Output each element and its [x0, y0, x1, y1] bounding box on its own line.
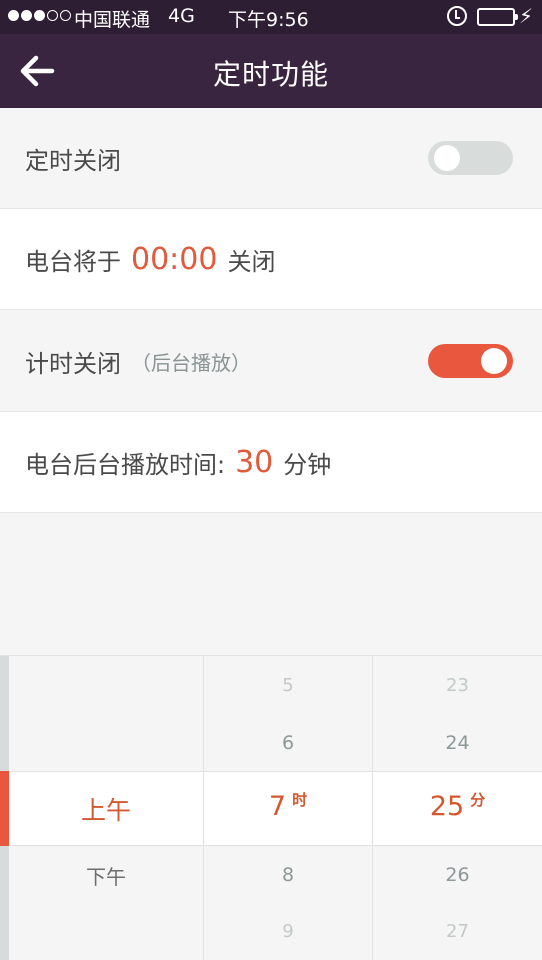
picker-minute-value: 25: [429, 791, 465, 822]
timer-close-row: 定时关闭: [0, 108, 542, 209]
status-bar: 中国联通 4G 下午9:56 ⚡: [0, 0, 542, 34]
picker-minute-unit: 分: [470, 791, 486, 809]
picker-hour-selected[interactable]: 7时: [204, 789, 372, 822]
picker-minute-selected[interactable]: 25 分: [373, 789, 542, 822]
picker-hour-option[interactable]: 9: [204, 921, 372, 942]
countdown-close-label: 计时关闭: [25, 349, 121, 378]
battery-icon: [477, 8, 518, 26]
picker-hour-option[interactable]: 5: [204, 675, 372, 696]
picker-minute-option[interactable]: 27: [373, 921, 542, 942]
signal-strength-icon: [8, 10, 71, 21]
close-time-row[interactable]: 电台将于 00:00 关闭: [0, 209, 542, 310]
time-picker[interactable]: 上午 下午 5 6 7时 8 9 23 24 25 分 26 27: [0, 655, 542, 960]
picker-hour-unit: 时: [292, 791, 308, 809]
close-info-suffix: 关闭: [227, 247, 276, 276]
toggle-knob: [481, 348, 507, 374]
background-play-prefix: 电台后台播放时间:: [25, 450, 226, 479]
timer-close-toggle[interactable]: [428, 141, 513, 175]
background-play-minutes: 30: [235, 444, 274, 480]
picker-minute-option[interactable]: 26: [373, 864, 542, 886]
close-time-value: 00:00: [131, 241, 218, 277]
toggle-knob: [434, 145, 460, 171]
background-play-suffix: 分钟: [283, 450, 332, 479]
charging-icon: ⚡: [519, 4, 534, 28]
picker-hour-value: 7: [268, 791, 287, 822]
picker-ampm-option[interactable]: 下午: [9, 861, 203, 890]
picker-hour-option[interactable]: 6: [204, 732, 372, 754]
close-info-prefix: 电台将于: [25, 247, 121, 276]
countdown-close-toggle[interactable]: [428, 344, 513, 378]
countdown-close-row: 计时关闭 （后台播放）: [0, 311, 542, 412]
picker-minute-option[interactable]: 23: [373, 675, 542, 696]
carrier-name: 中国联通: [74, 9, 151, 31]
picker-hour-option[interactable]: 8: [204, 864, 372, 886]
picker-ampm-selected[interactable]: 上午: [9, 791, 203, 827]
status-time: 下午9:56: [228, 9, 309, 31]
picker-selection-marker: [0, 771, 9, 846]
picker-minute-option[interactable]: 24: [373, 732, 542, 754]
alarm-icon: [447, 6, 467, 26]
countdown-close-sublabel: （后台播放）: [131, 350, 251, 375]
nav-bar: 定时功能: [0, 34, 542, 108]
network-type: 4G: [168, 5, 195, 27]
background-play-row[interactable]: 电台后台播放时间: 30 分钟: [0, 412, 542, 513]
page-title: 定时功能: [212, 58, 329, 91]
timer-close-label: 定时关闭: [25, 146, 121, 175]
